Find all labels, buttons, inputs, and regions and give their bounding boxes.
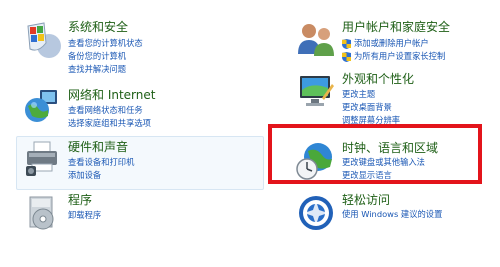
link-devices-printers[interactable]: 查看设备和打印机 <box>68 157 134 168</box>
highlight-annotation-box <box>268 124 482 184</box>
ease-of-access-icon <box>299 196 333 230</box>
category-programs[interactable]: 程序 卸载程序 <box>22 193 242 238</box>
link-add-device[interactable]: 添加设备 <box>68 170 101 181</box>
link-uninstall-program[interactable]: 卸载程序 <box>68 210 101 221</box>
network-globe-icon <box>25 90 57 122</box>
programs-disc-icon <box>29 196 54 230</box>
category-network-internet[interactable]: 网络和 Internet 查看网络状态和任务 选择家庭组和共享选项 <box>22 88 242 133</box>
link-change-desktop-background[interactable]: 更改桌面背景 <box>342 102 392 113</box>
link-network-status[interactable]: 查看网络状态和任务 <box>68 105 143 116</box>
category-title[interactable]: 用户帐户和家庭安全 <box>342 20 450 34</box>
category-title[interactable]: 系统和安全 <box>68 20 128 34</box>
link-add-remove-accounts[interactable]: 添加或删除用户帐户 <box>342 38 429 49</box>
category-title[interactable]: 外观和个性化 <box>342 72 414 86</box>
category-title[interactable]: 程序 <box>68 193 92 207</box>
category-user-accounts[interactable]: 用户帐户和家庭安全 添加或删除用户帐户 为所有用户设置家长控制 <box>296 20 496 65</box>
category-title[interactable]: 硬件和声音 <box>68 140 128 154</box>
uac-shield-icon <box>342 39 351 49</box>
category-title[interactable]: 轻松访问 <box>342 193 390 207</box>
users-icon <box>298 24 334 56</box>
link-text[interactable]: 为所有用户设置家长控制 <box>354 51 445 61</box>
link-parental-controls[interactable]: 为所有用户设置家长控制 <box>342 51 445 62</box>
category-title[interactable]: 网络和 Internet <box>68 88 155 102</box>
category-hardware-sound[interactable]: 硬件和声音 查看设备和打印机 添加设备 <box>22 140 242 185</box>
category-appearance[interactable]: 外观和个性化 更改主题 更改桌面背景 调整屏幕分辨率 <box>296 72 496 132</box>
uac-shield-icon <box>342 52 351 62</box>
printer-icon <box>26 141 57 176</box>
link-text[interactable]: 添加或删除用户帐户 <box>354 38 429 48</box>
monitor-personalization-icon <box>300 76 334 106</box>
link-change-theme[interactable]: 更改主题 <box>342 89 375 100</box>
link-backup-computer[interactable]: 备份您的计算机 <box>68 51 126 62</box>
link-view-computer-status[interactable]: 查看您的计算机状态 <box>68 38 143 49</box>
category-system-security[interactable]: 系统和安全 查看您的计算机状态 备份您的计算机 查找并解决问题 <box>22 20 222 82</box>
link-windows-suggested-settings[interactable]: 使用 Windows 建议的设置 <box>342 209 442 220</box>
link-homegroup-sharing[interactable]: 选择家庭组和共享选项 <box>68 118 151 129</box>
security-shield-icon <box>27 22 61 58</box>
category-ease-of-access[interactable]: 轻松访问 使用 Windows 建议的设置 <box>296 193 496 233</box>
link-find-fix-problems[interactable]: 查找并解决问题 <box>68 64 126 75</box>
